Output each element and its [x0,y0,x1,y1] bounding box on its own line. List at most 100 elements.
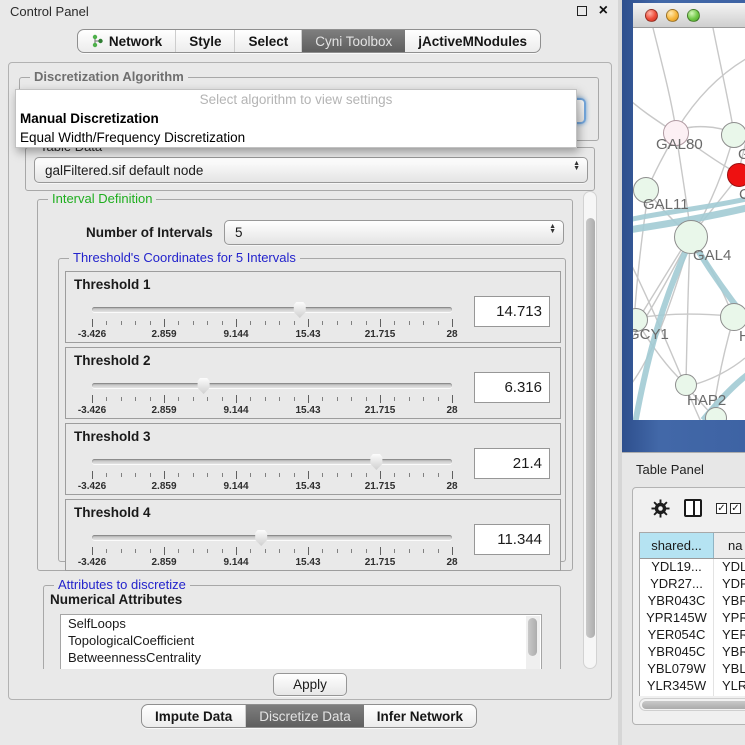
table-cell: YER0 [714,627,745,644]
table-row[interactable]: YBR045CYBR0 [640,644,745,661]
attributes-group-title: Attributes to discretize [54,577,190,592]
table-row[interactable]: YER054CYER0 [640,627,745,644]
dropdown-item-manual-discretization[interactable]: Manual Discretization [16,109,576,128]
list-item[interactable]: TopologicalCoefficient [61,632,541,649]
tab-jactivemnodules[interactable]: jActiveMNodules [405,30,540,52]
table-row[interactable]: YPR145WYPR1 [640,610,745,627]
node-label: HAP2 [687,392,726,409]
number-of-intervals-combobox[interactable]: 5 ▲▼ [224,220,564,245]
node-label: GAL11 [643,196,689,213]
slider-tick-labels: -3.4262.8599.14415.4321.71528 [92,481,452,492]
slider-track[interactable] [92,459,452,464]
tab-infer-network[interactable]: Infer Network [364,705,476,727]
gear-icon[interactable] [651,499,670,518]
control-panel-window: Control Panel × Network Style Select Cyn… [0,0,618,745]
tab-cyni-toolbox-label: Cyni Toolbox [315,34,392,49]
threshold-2-label: Threshold 2 [74,353,151,368]
table-row[interactable]: YDL19...YDL1 [640,559,745,576]
table-horizontal-scrollbar[interactable] [639,698,745,711]
dropdown-placeholder-item[interactable]: Select algorithm to view settings [16,90,576,109]
apply-button[interactable]: Apply [273,673,347,696]
tab-discretize-data[interactable]: Discretize Data [246,705,364,727]
network-node[interactable] [720,303,745,331]
table-cell: YPR1 [714,610,745,627]
table-row[interactable]: YBR043CYBR0 [640,593,745,610]
discretization-algorithm-group-title: Discretization Algorithm [30,69,188,84]
scrollbar-thumb[interactable] [642,701,745,709]
table-row[interactable]: YBL079WYBL0 [640,661,745,678]
network-view-window: GAL80 G C GAL11 GAL4 GCY1 H HAP2 [622,0,745,452]
zoom-traffic-light-icon[interactable] [687,9,700,22]
slider-ticks [92,547,452,556]
bottom-tab-bar: Impute Data Discretize Data Infer Networ… [0,704,618,728]
list-item[interactable]: SelfLoops [61,615,541,632]
slider-thumb[interactable] [254,529,269,546]
slider-thumb[interactable] [196,377,211,394]
tab-style[interactable]: Style [176,30,235,52]
top-tab-bar: Network Style Select Cyni Toolbox jActiv… [0,29,618,53]
table-cell: YBL079W [640,661,714,678]
tab-network[interactable]: Network [78,30,176,52]
table-panel-title: Table Panel [636,462,704,477]
attributes-list-scrollbar[interactable] [526,616,540,669]
threshold-4-value-field[interactable]: 11.344 [474,524,550,555]
network-canvas[interactable]: GAL80 G C GAL11 GAL4 GCY1 H HAP2 [633,28,745,420]
tab-impute-data[interactable]: Impute Data [142,705,246,727]
float-window-icon[interactable] [577,6,587,16]
numerical-attributes-list[interactable]: SelfLoops TopologicalCoefficient Between… [60,614,542,669]
tab-jactivemnodules-label: jActiveMNodules [418,34,527,49]
table-row[interactable]: YDR27...YDR2 [640,576,745,593]
tab-cyni-toolbox[interactable]: Cyni Toolbox [302,30,405,52]
settings-scrollbar[interactable] [583,191,597,669]
control-panel-title: Control Panel [10,4,89,19]
node-label: GAL4 [693,247,731,264]
table-cell: YPR145W [640,610,714,627]
table-header-row: shared... na [640,533,745,559]
scrollbar-thumb[interactable] [586,218,595,638]
tab-select[interactable]: Select [235,30,302,52]
dropdown-item-equal-width-frequency[interactable]: Equal Width/Frequency Discretization [16,128,576,147]
slider-thumb[interactable] [292,301,307,318]
threshold-3-slider[interactable]: -3.4262.8599.14415.4321.71528 [92,452,452,492]
scrollbar-thumb[interactable] [528,618,537,656]
threshold-2-value-field[interactable]: 6.316 [474,372,550,403]
threshold-1-value-field[interactable]: 14.713 [474,296,550,327]
control-panel-titlebar: Control Panel × [0,0,618,22]
list-item[interactable]: BetweennessCentrality [61,649,541,666]
table-panel-box: ✓ ✓ shared... na YDL19...YDL1 YDR27...YD… [632,487,745,725]
threshold-4-panel: Threshold 4 -3.4262.8599.14415.4321.7152… [65,499,561,571]
column-visibility-icons[interactable]: ✓ ✓ [716,503,741,514]
table-data-combobox[interactable]: galFiltered.sif default node ▲▼ [34,157,588,183]
threshold-3-panel: Threshold 3 -3.4262.8599.14415.4321.7152… [65,423,561,495]
table-cell: YIL052C [640,695,714,696]
table-row[interactable]: YIL052CYIL0 [640,695,745,696]
column-header-shared-name[interactable]: shared... [640,533,714,558]
cyni-toolbox-panel: Discretization Algorithm ▲▼ Select algor… [8,62,612,700]
slider-tick-labels: -3.4262.8599.14415.4321.71528 [92,405,452,416]
interval-definition-group: Interval Definition Number of Intervals … [37,199,573,571]
table-row[interactable]: YLR345WYLR3 [640,678,745,695]
close-icon[interactable]: × [599,6,608,16]
slider-track[interactable] [92,383,452,388]
attributes-group: Attributes to discretize Numerical Attri… [43,585,561,669]
slider-thumb[interactable] [369,453,384,470]
slider-track[interactable] [92,535,452,540]
table-cell: YDR2 [714,576,745,593]
threshold-1-slider[interactable]: -3.4262.8599.14415.4321.71528 [92,300,452,340]
slider-track[interactable] [92,307,452,312]
network-node[interactable] [721,122,745,148]
split-columns-icon[interactable] [684,499,702,517]
network-node-selected[interactable] [727,163,745,187]
minimize-traffic-light-icon[interactable] [666,9,679,22]
column-header-name[interactable]: na [714,533,745,558]
tab-style-label: Style [189,34,221,49]
node-label: H [739,328,745,345]
close-traffic-light-icon[interactable] [645,9,658,22]
table-cell: YBL0 [714,661,745,678]
table-cell: YLR345W [640,678,714,695]
table-cell: YBR043C [640,593,714,610]
number-of-intervals-label: Number of Intervals [86,225,213,240]
threshold-3-value-field[interactable]: 21.4 [474,448,550,479]
threshold-4-slider[interactable]: -3.4262.8599.14415.4321.71528 [92,528,452,568]
threshold-2-slider[interactable]: -3.4262.8599.14415.4321.71528 [92,376,452,416]
